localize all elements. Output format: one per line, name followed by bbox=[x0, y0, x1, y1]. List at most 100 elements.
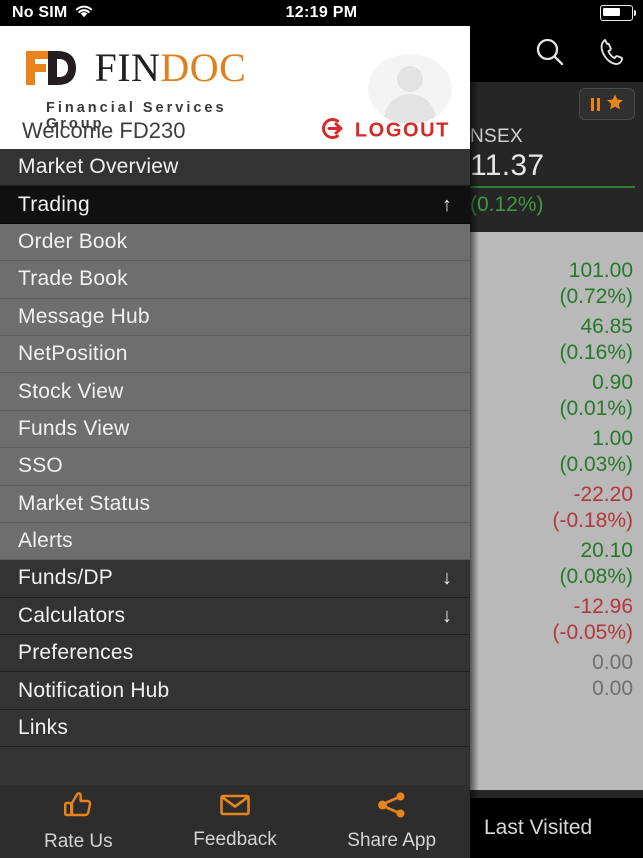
watchlist-row[interactable]: 1.00 (0.03%) bbox=[470, 426, 633, 477]
watchlist-percent: (0.03%) bbox=[559, 452, 633, 476]
menu-item-trading[interactable]: Trading ↑ bbox=[0, 186, 470, 224]
last-visited-bar[interactable]: Last Visited bbox=[470, 798, 643, 858]
thumbs-up-icon bbox=[62, 790, 94, 825]
watchlist-row[interactable]: 46.85 (0.16%) bbox=[470, 314, 633, 365]
watchlist-change: -12.96 bbox=[573, 595, 633, 618]
index-summary: NSEX 11.37 (0.12%) bbox=[470, 126, 643, 217]
status-bar-right bbox=[600, 0, 636, 26]
menu-item-label: Trading bbox=[18, 192, 90, 216]
bottom-tab-bar: Rate Us Feedback Share App bbox=[0, 785, 470, 858]
drawer-shadow bbox=[470, 26, 479, 858]
menu-item-stock-view[interactable]: Stock View bbox=[0, 373, 470, 411]
welcome-label: Welcome FD230 bbox=[22, 118, 186, 143]
app-screen: No SIM 12:19 PM NSEX 11.37 (0.12%) 101.0… bbox=[0, 0, 643, 858]
menu-item-label: Order Book bbox=[18, 229, 128, 253]
tab-label: Share App bbox=[347, 830, 437, 851]
battery-icon bbox=[600, 5, 636, 21]
chevron-up-icon: ↑ bbox=[442, 193, 452, 216]
menu-item-label: Funds/DP bbox=[18, 566, 113, 590]
drawer-menu[interactable]: Market Overview Trading ↑ Order Book Tra… bbox=[0, 149, 470, 811]
pause-icon bbox=[590, 97, 600, 111]
favorite-toggle-button[interactable] bbox=[579, 88, 635, 120]
watchlist-percent: (0.01%) bbox=[559, 396, 633, 420]
watchlist-percent: (-0.18%) bbox=[552, 508, 633, 532]
menu-item-label: Message Hub bbox=[18, 304, 150, 328]
menu-item-label: Trade Book bbox=[18, 267, 128, 291]
menu-item-preferences[interactable]: Preferences bbox=[0, 635, 470, 673]
phone-icon[interactable] bbox=[597, 36, 629, 73]
watchlist-row[interactable]: 0.00 0.00 bbox=[470, 650, 633, 701]
menu-item-notification-hub[interactable]: Notification Hub bbox=[0, 672, 470, 710]
menu-item-label: Links bbox=[18, 716, 69, 740]
tab-feedback[interactable]: Feedback bbox=[157, 792, 314, 851]
logo-word-fin: FIN bbox=[94, 45, 161, 90]
menu-item-calculators[interactable]: Calculators ↓ bbox=[0, 597, 470, 636]
watchlist-row[interactable]: 20.10 (0.08%) bbox=[470, 538, 633, 589]
watchlist-percent: (-0.05%) bbox=[552, 620, 633, 644]
clock-label: 12:19 PM bbox=[285, 4, 358, 21]
watchlist-row[interactable]: -22.20 (-0.18%) bbox=[470, 482, 633, 533]
status-bar: No SIM 12:19 PM bbox=[0, 0, 643, 26]
menu-item-label: Market Overview bbox=[18, 155, 179, 179]
index-change-percent: (0.12%) bbox=[470, 193, 544, 216]
index-divider bbox=[470, 186, 635, 188]
menu-item-funds-dp[interactable]: Funds/DP ↓ bbox=[0, 560, 470, 598]
status-bar-center: 12:19 PM bbox=[0, 0, 643, 26]
watchlist-percent: (0.08%) bbox=[559, 564, 633, 588]
logout-label: LOGOUT bbox=[354, 119, 450, 142]
avatar[interactable] bbox=[368, 54, 452, 124]
avatar-head-shape bbox=[397, 66, 423, 92]
watchlist-row[interactable]: 101.00 (0.72%) bbox=[470, 258, 633, 309]
menu-item-message-hub[interactable]: Message Hub bbox=[0, 298, 470, 336]
star-icon bbox=[606, 93, 624, 116]
index-value: 11.37 bbox=[470, 149, 545, 182]
watchlist-change: -22.20 bbox=[573, 483, 633, 506]
tab-label: Rate Us bbox=[44, 831, 113, 852]
menu-item-order-book[interactable]: Order Book bbox=[0, 223, 470, 262]
watchlist-change: 1.00 bbox=[592, 427, 633, 450]
chevron-down-icon: ↓ bbox=[442, 604, 452, 627]
menu-item-label: Stock View bbox=[18, 379, 124, 403]
tab-share-app[interactable]: Share App bbox=[313, 791, 470, 852]
menu-item-label: Alerts bbox=[18, 529, 73, 553]
envelope-icon bbox=[219, 792, 251, 823]
drawer-header: FINDOC Financial Services Group Welcome … bbox=[0, 26, 470, 149]
watchlist-row[interactable]: -12.96 (-0.05%) bbox=[470, 594, 633, 645]
menu-item-label: Funds View bbox=[18, 416, 130, 440]
last-visited-label: Last Visited bbox=[484, 816, 593, 839]
watchlist-change: 20.10 bbox=[580, 539, 633, 562]
logo-word-doc: DOC bbox=[160, 45, 247, 90]
navbar-actions bbox=[533, 26, 629, 82]
menu-item-market-status[interactable]: Market Status bbox=[0, 485, 470, 523]
watchlist-change: 0.00 bbox=[592, 651, 633, 674]
tab-label: Feedback bbox=[193, 829, 277, 850]
menu-item-label: Preferences bbox=[18, 641, 134, 665]
menu-item-alerts[interactable]: Alerts bbox=[0, 522, 470, 561]
logout-button[interactable]: LOGOUT bbox=[320, 116, 450, 147]
menu-item-label: SSO bbox=[18, 454, 63, 478]
menu-item-links[interactable]: Links bbox=[0, 709, 470, 748]
menu-item-sso[interactable]: SSO bbox=[0, 448, 470, 486]
menu-item-label: NetPosition bbox=[18, 342, 128, 366]
menu-item-trade-book[interactable]: Trade Book bbox=[0, 261, 470, 299]
watchlist-change: 0.90 bbox=[592, 371, 633, 394]
watchlist-percent: (0.72%) bbox=[559, 284, 633, 308]
menu-item-netposition[interactable]: NetPosition bbox=[0, 335, 470, 374]
watchlist-row[interactable]: 0.90 (0.01%) bbox=[470, 370, 633, 421]
menu-item-label: Notification Hub bbox=[18, 678, 170, 702]
watchlist-percent: 0.00 bbox=[592, 676, 633, 700]
tab-rate-us[interactable]: Rate Us bbox=[0, 790, 157, 853]
watchlist-change: 46.85 bbox=[580, 315, 633, 338]
index-name: NSEX bbox=[470, 126, 523, 147]
findoc-logo: FINDOC Financial Services Group bbox=[22, 44, 247, 132]
menu-item-label: Calculators bbox=[18, 603, 126, 627]
menu-item-funds-view[interactable]: Funds View bbox=[0, 410, 470, 449]
chevron-down-icon: ↓ bbox=[442, 567, 452, 590]
logout-icon bbox=[320, 116, 346, 147]
menu-item-market-overview[interactable]: Market Overview bbox=[0, 149, 470, 187]
share-icon bbox=[376, 791, 408, 824]
fd-monogram-icon bbox=[22, 48, 84, 88]
search-icon[interactable] bbox=[533, 35, 567, 74]
watchlist-percent: (0.16%) bbox=[559, 340, 633, 364]
watchlist-panel[interactable]: 101.00 (0.72%) 46.85 (0.16%) 0.90 (0.01%… bbox=[470, 232, 643, 790]
